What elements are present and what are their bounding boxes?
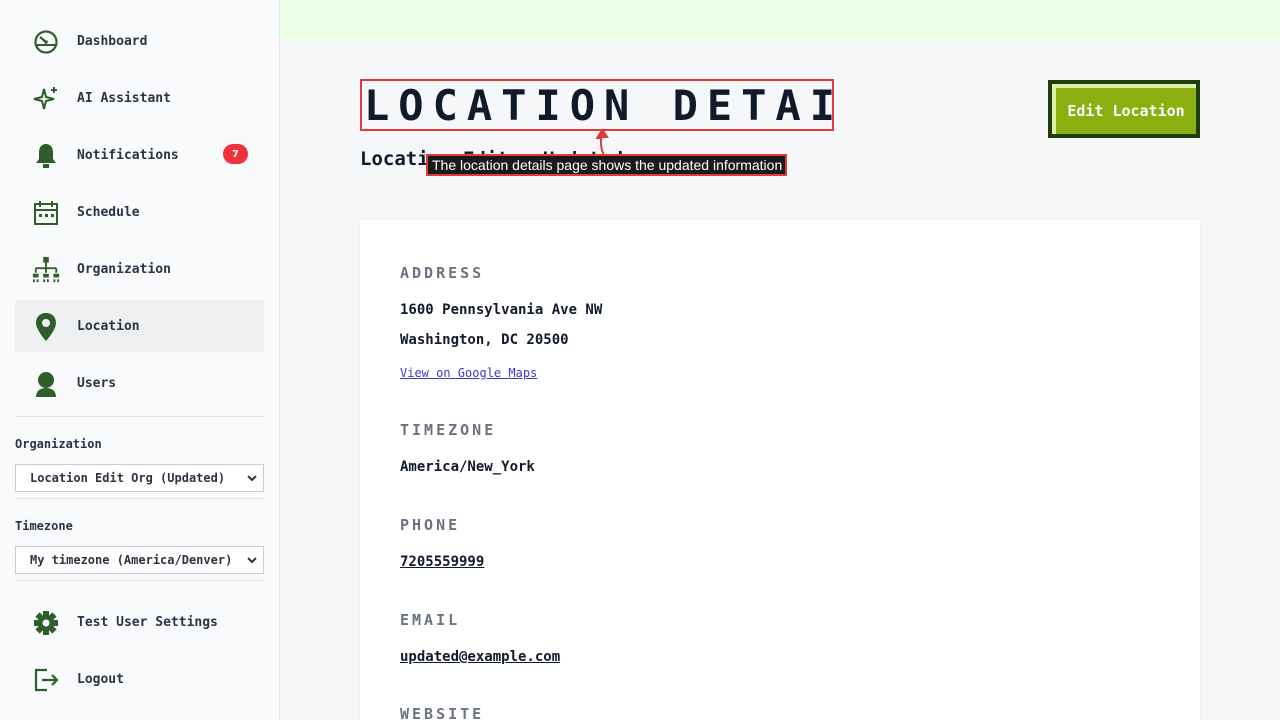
location-details-card: ADDRESS 1600 Pennsylvania Ave NW Washing… [360, 220, 1200, 720]
email-heading: EMAIL [400, 611, 461, 629]
organization-label: Organization [15, 437, 102, 451]
timezone-select[interactable]: My timezone (America/Denver) [15, 546, 264, 574]
edit-location-button[interactable]: Edit Location [1048, 80, 1200, 138]
sidebar-item-notifications[interactable]: Notifications 7 [15, 129, 264, 181]
timezone-label: Timezone [15, 519, 73, 533]
sidebar-item-ai-assistant[interactable]: AI Assistant [15, 72, 264, 124]
address-heading: ADDRESS [400, 264, 485, 282]
annotation-tooltip: The location details page shows the upda… [426, 154, 787, 176]
organization-select[interactable]: Location Edit Org (Updated) [15, 464, 264, 492]
phone-heading: PHONE [400, 516, 461, 534]
email-link[interactable]: updated@example.com [400, 649, 560, 665]
website-heading: WEBSITE [400, 705, 485, 720]
org-chart-icon [32, 256, 60, 284]
sidebar-item-label: Organization [77, 261, 171, 277]
organization-select-value: Location Edit Org (Updated) [30, 471, 226, 485]
sidebar-divider [15, 498, 264, 499]
chevron-down-icon [247, 471, 257, 488]
dashboard-icon [32, 28, 60, 56]
annotation-arrow-icon [596, 128, 609, 156]
sidebar-item-label: Logout [77, 671, 124, 687]
sidebar-item-label: Schedule [77, 204, 140, 220]
sidebar-item-label: Notifications [77, 147, 179, 163]
page-title: LOCATION DETAILS [360, 79, 834, 131]
logout-icon [32, 666, 60, 694]
sidebar-item-dashboard[interactable]: Dashboard [15, 15, 264, 67]
sidebar-divider [15, 416, 264, 417]
sidebar-item-label: Location [77, 318, 140, 334]
sidebar-item-logout[interactable]: Logout [15, 653, 264, 705]
sidebar-item-location[interactable]: Location [15, 300, 264, 352]
timezone-value: America/New_York [400, 459, 535, 475]
sidebar-item-schedule[interactable]: Schedule [15, 186, 264, 238]
top-banner [281, 0, 1280, 40]
phone-link[interactable]: 7205559999 [400, 554, 484, 570]
location-pin-icon [32, 313, 60, 341]
sparkle-icon [32, 85, 60, 113]
sidebar-item-test-user-settings[interactable]: Test User Settings [15, 596, 264, 648]
address-line-2: Washington, DC 20500 [400, 332, 569, 348]
timezone-heading: TIMEZONE [400, 421, 497, 439]
sidebar-item-label: AI Assistant [77, 90, 171, 106]
user-icon [32, 370, 60, 398]
timezone-select-value: My timezone (America/Denver) [30, 553, 233, 567]
sidebar-item-users[interactable]: Users [15, 357, 264, 409]
notification-count-badge: 7 [223, 144, 248, 164]
sidebar-divider [15, 580, 264, 581]
address-line-1: 1600 Pennsylvania Ave NW [400, 302, 603, 318]
calendar-icon [32, 199, 60, 227]
gear-icon [32, 609, 60, 637]
chevron-down-icon [247, 553, 257, 570]
sidebar-item-label: Dashboard [77, 33, 148, 49]
google-maps-link[interactable]: View on Google Maps [400, 366, 537, 380]
sidebar-item-label: Test User Settings [77, 614, 218, 630]
sidebar-item-organization[interactable]: Organization [15, 243, 264, 295]
edit-location-button-label: Edit Location [1052, 84, 1196, 134]
sidebar: Dashboard AI Assistant Notifications 7 S… [0, 0, 280, 720]
sidebar-item-label: Users [77, 375, 117, 391]
bell-icon [32, 142, 60, 170]
